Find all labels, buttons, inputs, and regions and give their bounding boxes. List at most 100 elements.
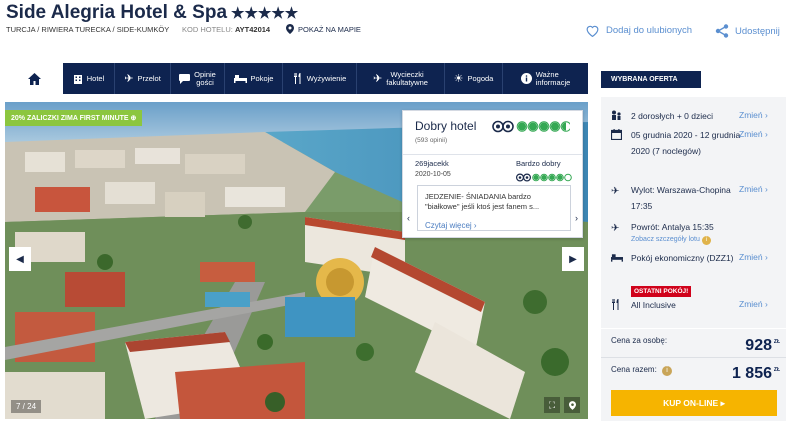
- tab-info[interactable]: Ważne informacje: [503, 63, 588, 94]
- tab-hotel-label: Hotel: [86, 73, 105, 83]
- price-per-person-label: Cena za osobę:: [611, 336, 668, 345]
- change-board-link[interactable]: Zmień ›: [739, 299, 768, 309]
- tab-weather-label: Pogoda: [467, 73, 494, 83]
- board-text: All Inclusive: [631, 300, 676, 310]
- calendar-icon: [610, 129, 623, 146]
- flight-details-label: Zobacz szczegóły lotu: [631, 236, 700, 243]
- change-guests-label: Zmień: [739, 110, 763, 120]
- rating-circle: [518, 122, 526, 131]
- chevron-right-icon: ›: [765, 252, 768, 262]
- star-rating: ★★★★★: [231, 5, 299, 22]
- info-icon: i: [701, 236, 711, 245]
- change-room-link[interactable]: Zmień ›: [739, 252, 768, 262]
- review-text: JEDZENIE- ŚNIADANIA bardzo "białkowe" je…: [425, 192, 540, 211]
- price-per-person: 928: [745, 337, 772, 354]
- reviewer-rating-circle: [541, 175, 547, 180]
- dates-text: 05 grudnia 2020 - 12 grudnia 2020 (7 noc…: [631, 130, 741, 156]
- flight-details-link[interactable]: Zobacz szczegóły lotu i: [631, 236, 711, 245]
- hotel-code-label: KOD HOTELU:: [182, 25, 233, 34]
- map-pin-icon: [568, 400, 576, 410]
- chevron-right-icon: ›: [765, 184, 768, 194]
- tab-excursions[interactable]: ✈ Wycieczki fakultatywne: [357, 63, 445, 94]
- return-text: Powrót: Antalya 15:35: [631, 222, 714, 232]
- tab-rooms[interactable]: Pokoje: [225, 63, 283, 94]
- hotel-title: Side Alegria Hotel & Spa ★★★★★: [6, 2, 298, 24]
- hotel-code-value: AYT42014: [234, 25, 271, 34]
- tab-board[interactable]: Wyżywienie: [283, 63, 357, 94]
- tab-home[interactable]: [5, 63, 63, 94]
- change-dates-link[interactable]: Zmień ›: [739, 129, 768, 139]
- hotel-icon: [73, 74, 82, 84]
- review-summary-title: Dobry hotel: [415, 119, 477, 133]
- chevron-right-icon: ▶: [569, 253, 577, 265]
- tab-hotel[interactable]: Hotel: [63, 63, 115, 94]
- chevron-right-icon: ›: [765, 299, 768, 309]
- change-flight-link[interactable]: Zmień ›: [739, 184, 768, 194]
- change-board-label: Zmień: [739, 299, 763, 309]
- chevron-right-icon: ›: [765, 110, 768, 120]
- change-dates-label: Zmień: [739, 129, 763, 139]
- map-label: POKAŻ NA MAPIE: [298, 24, 361, 34]
- room-text: Pokój ekonomiczny (DZZ1): [631, 253, 734, 263]
- plane-return-icon: ✈: [611, 223, 620, 234]
- plane-departure-icon: ✈: [611, 186, 620, 197]
- tab-board-label: Wyżywienie: [306, 73, 347, 83]
- rating-circle: [551, 122, 559, 131]
- cutlery-icon: [611, 299, 623, 316]
- home-icon: [27, 72, 41, 85]
- tripadvisor-owl-small-icon: [515, 173, 532, 182]
- review-next-button[interactable]: ›: [575, 213, 578, 223]
- bed-icon: [233, 75, 247, 83]
- fullscreen-button[interactable]: ⛶: [544, 397, 560, 413]
- tab-excursions-label: Wycieczki fakultatywne: [386, 69, 428, 87]
- tab-flight-label: Przelot: [137, 73, 161, 83]
- tripadvisor-rating: [492, 120, 572, 138]
- favorites-label: Dodaj do ulubionych: [606, 25, 693, 36]
- promo-banner[interactable]: 20% ZALICZKI ZIMA FIRST MINUTE ⊕: [5, 110, 143, 126]
- review-prev-button[interactable]: ‹: [407, 213, 410, 223]
- breadcrumb: TURCJA / RIWIERA TURECKA / SIDE-KUMKÖY: [6, 25, 170, 34]
- review-excerpt: JEDZENIE- ŚNIADANIA bardzo "białkowe" je…: [417, 185, 571, 231]
- read-more-label: Czytaj więcej: [425, 221, 472, 230]
- tab-reviews[interactable]: Opinie gości: [171, 63, 225, 94]
- gallery-counter: 7 / 24: [11, 400, 42, 413]
- review-date: 2020-10-05: [415, 171, 451, 178]
- tripadvisor-owl-icon: [492, 120, 514, 133]
- hotel-code: KOD HOTELU: AYT42014: [182, 25, 270, 34]
- promo-label: 20% ZALICZKI ZIMA FIRST MINUTE: [11, 115, 129, 122]
- read-more-link[interactable]: Czytaj więcej ›: [425, 221, 477, 230]
- change-guests-link[interactable]: Zmień ›: [739, 110, 768, 120]
- reviewer-rating-circle: [549, 175, 555, 180]
- heart-icon: [586, 25, 599, 37]
- price-total: 1 856: [731, 365, 772, 382]
- offer-details: 2 dorosłych + 0 dzieci Zmień › 05 grudni…: [601, 97, 786, 328]
- gallery-prev-button[interactable]: ◀: [9, 247, 31, 271]
- excursion-plane-icon: ✈: [373, 73, 383, 85]
- bed-icon: [611, 252, 623, 268]
- plane-icon: ✈: [124, 73, 134, 85]
- tab-reviews-label: Opinie gości: [194, 69, 216, 87]
- price-total-label: Cena razem:: [611, 365, 657, 374]
- chevron-left-icon: ◀: [16, 253, 24, 265]
- fullscreen-icon: ⛶: [548, 399, 556, 410]
- review-divider: [403, 154, 582, 155]
- price-total-label-wrap: Cena razem: i: [611, 365, 673, 376]
- gallery-next-button[interactable]: ▶: [562, 247, 584, 271]
- tab-weather[interactable]: ☀ Pogoda: [445, 63, 503, 94]
- chevron-right-icon: ›: [473, 221, 477, 230]
- share-button[interactable]: Udostępnij: [715, 24, 780, 38]
- rating-circle: [529, 122, 537, 131]
- buy-online-button[interactable]: KUP ON-LINE ▸: [611, 390, 777, 416]
- share-label: Udostępnij: [735, 25, 780, 37]
- tab-flight[interactable]: ✈ Przelot: [115, 63, 171, 94]
- section-tabs: Hotel ✈ Przelot Opinie gości Pokoje Wyży…: [5, 63, 588, 94]
- reviewer-rating-circle: [533, 175, 539, 180]
- promo-info-icon: ⊕: [130, 115, 137, 122]
- gallery-map-button[interactable]: [564, 397, 580, 413]
- add-to-favorites-button[interactable]: Dodaj do ulubionych: [585, 24, 692, 37]
- tripadvisor-review-card: Dobry hotel (593 opinii) 269jacekk 2020-…: [402, 110, 583, 238]
- cutlery-icon: [293, 73, 301, 84]
- reviewer-name: 269jacekk: [415, 159, 449, 168]
- price-divider: [601, 357, 786, 358]
- show-on-map-link[interactable]: POKAŻ NA MAPIE: [286, 24, 361, 34]
